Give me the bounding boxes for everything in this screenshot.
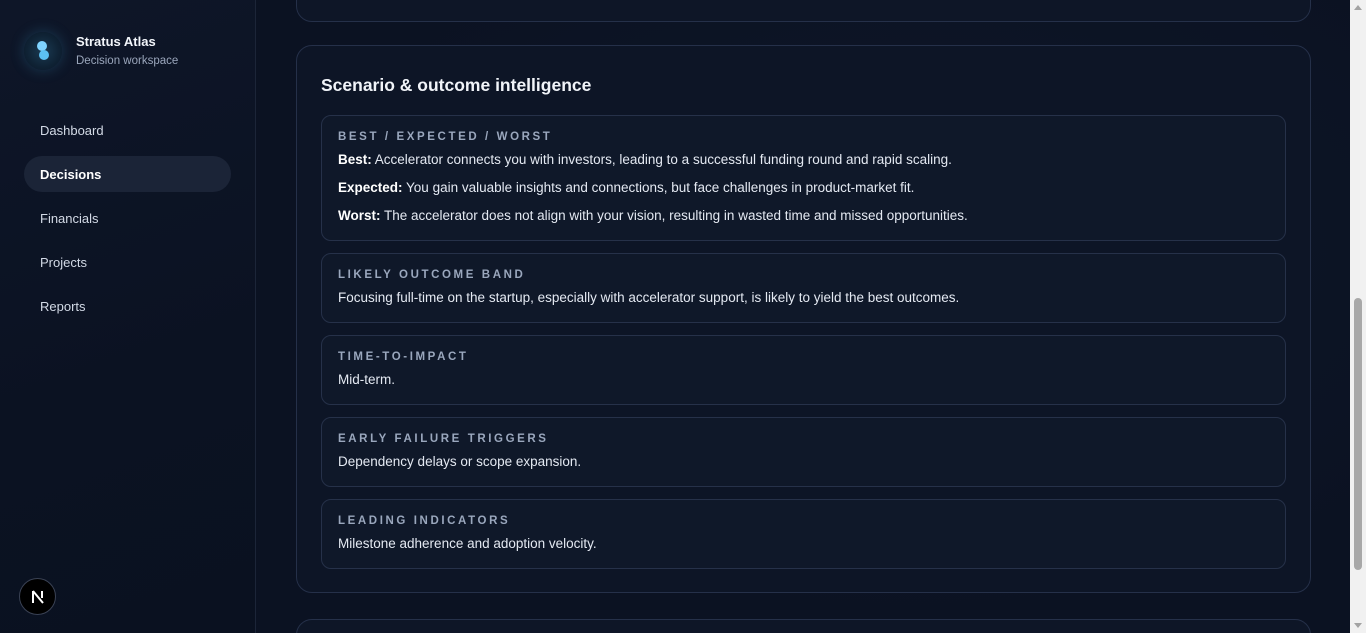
sidebar-item-reports[interactable]: Reports (24, 288, 231, 324)
section-label: Early failure triggers (338, 433, 549, 445)
sidebar-item-financials[interactable]: Financials (24, 200, 231, 236)
next-card (296, 619, 1311, 633)
best-case: Best: Accelerator connects you with inve… (338, 152, 952, 167)
n-logo-icon (31, 589, 44, 604)
section-label: Time-to-impact (338, 351, 469, 363)
brand-subtitle: Decision workspace (76, 54, 179, 67)
main-content: Scenario & outcome intelligence Best / E… (256, 0, 1350, 633)
section-label: Likely outcome band (338, 269, 526, 281)
sidebar-item-decisions[interactable]: Decisions (24, 156, 231, 192)
app-root: Stratus Atlas Decision workspace Dashboa… (0, 0, 1366, 633)
section-body: Focusing full-time on the startup, espec… (338, 290, 960, 305)
sidebar-item-projects[interactable]: Projects (24, 244, 231, 280)
card-title: Scenario & outcome intelligence (321, 75, 592, 95)
leading-indicators-section: Leading indicators Milestone adherence a… (321, 499, 1286, 569)
worst-case: Worst: The accelerator does not align wi… (338, 208, 968, 223)
early-failure-triggers-section: Early failure triggers Dependency delays… (321, 417, 1286, 487)
scroll-up-icon[interactable] (1354, 5, 1362, 10)
scenarios-section: Best / Expected / Worst Best: Accelerato… (321, 115, 1286, 241)
scroll-down-icon[interactable] (1354, 623, 1362, 628)
likely-outcome-section: Likely outcome band Focusing full-time o… (321, 253, 1286, 323)
section-body: Dependency delays or scope expansion. (338, 454, 582, 469)
brand[interactable]: Stratus Atlas Decision workspace (24, 32, 178, 70)
section-body: Mid-term. (338, 372, 395, 387)
page-scrollbar[interactable] (1350, 0, 1366, 633)
brand-name: Stratus Atlas (76, 33, 156, 49)
scroll-thumb[interactable] (1354, 298, 1362, 570)
sidebar: Stratus Atlas Decision workspace Dashboa… (0, 0, 256, 633)
nextjs-badge-button[interactable] (19, 578, 56, 615)
expected-case: Expected: You gain valuable insights and… (338, 180, 915, 195)
scenario-outcome-card: Scenario & outcome intelligence Best / E… (296, 45, 1311, 593)
section-label: Best / Expected / Worst (338, 131, 553, 143)
sidebar-item-dashboard[interactable]: Dashboard (24, 112, 231, 148)
scenarios-body: Best: Accelerator connects you with inve… (338, 152, 1269, 224)
section-body: Milestone adherence and adoption velocit… (338, 536, 597, 551)
section-label: Leading indicators (338, 515, 511, 527)
stratus-logo-icon (24, 32, 62, 70)
time-to-impact-section: Time-to-impact Mid-term. (321, 335, 1286, 405)
sidebar-nav: Dashboard Decisions Financials Projects … (24, 112, 231, 332)
previous-card (296, 0, 1311, 22)
